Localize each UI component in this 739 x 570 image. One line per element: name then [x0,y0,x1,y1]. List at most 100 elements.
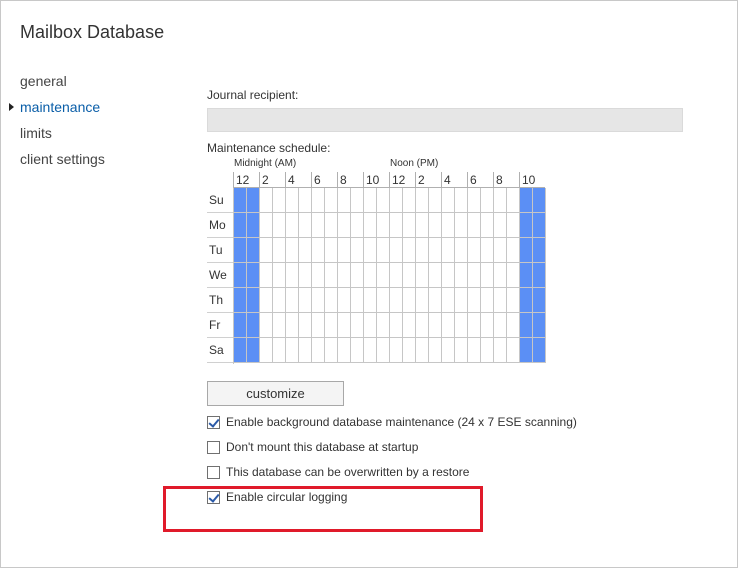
schedule-slot[interactable] [377,188,390,213]
schedule-slot[interactable] [312,263,325,288]
schedule-slot[interactable] [234,263,247,288]
schedule-slot[interactable] [351,238,364,263]
schedule-slot[interactable] [429,188,442,213]
schedule-slot[interactable] [286,213,299,238]
schedule-slot[interactable] [299,338,312,363]
nav-item-client-settings[interactable]: client settings [20,150,105,176]
schedule-slot[interactable] [234,188,247,213]
schedule-slot[interactable] [429,263,442,288]
schedule-slot[interactable] [390,313,403,338]
schedule-slot[interactable] [377,288,390,313]
schedule-slot[interactable] [377,213,390,238]
schedule-slot[interactable] [403,288,416,313]
schedule-slot[interactable] [312,238,325,263]
schedule-slot[interactable] [286,188,299,213]
schedule-slot[interactable] [442,313,455,338]
schedule-slot[interactable] [351,338,364,363]
schedule-slot[interactable] [455,288,468,313]
customize-button[interactable]: customize [207,381,344,406]
schedule-slot[interactable] [338,288,351,313]
nav-item-maintenance[interactable]: maintenance [9,98,105,124]
schedule-slot[interactable] [299,263,312,288]
schedule-slot[interactable] [416,213,429,238]
schedule-slot[interactable] [247,213,260,238]
schedule-slot[interactable] [351,288,364,313]
schedule-slot[interactable] [273,338,286,363]
schedule-slot[interactable] [533,238,546,263]
schedule-slot[interactable] [403,338,416,363]
schedule-slot[interactable] [377,263,390,288]
schedule-slot[interactable] [416,238,429,263]
schedule-slot[interactable] [351,213,364,238]
schedule-slot[interactable] [481,313,494,338]
schedule-slot[interactable] [260,338,273,363]
schedule-slot[interactable] [338,238,351,263]
schedule-slot[interactable] [260,263,273,288]
schedule-slot[interactable] [533,263,546,288]
schedule-slot[interactable] [364,338,377,363]
schedule-slot[interactable] [234,288,247,313]
schedule-slot[interactable] [429,288,442,313]
schedule-slot[interactable] [429,313,442,338]
schedule-slot[interactable] [468,213,481,238]
schedule-slot[interactable] [338,188,351,213]
schedule-slot[interactable] [247,238,260,263]
schedule-slot[interactable] [520,238,533,263]
schedule-slot[interactable] [299,188,312,213]
schedule-slot[interactable] [234,238,247,263]
schedule-slot[interactable] [325,263,338,288]
schedule-slot[interactable] [468,288,481,313]
schedule-slot[interactable] [247,313,260,338]
schedule-slot[interactable] [533,288,546,313]
schedule-slot[interactable] [286,263,299,288]
schedule-slot[interactable] [325,188,338,213]
schedule-slot[interactable] [416,338,429,363]
schedule-slot[interactable] [390,238,403,263]
schedule-slot[interactable] [325,313,338,338]
schedule-slot[interactable] [273,213,286,238]
schedule-slot[interactable] [351,313,364,338]
schedule-slot[interactable] [273,238,286,263]
schedule-slot[interactable] [273,188,286,213]
schedule-slot[interactable] [507,263,520,288]
schedule-slot[interactable] [442,263,455,288]
option-overwrite-restore[interactable]: This database can be overwritten by a re… [207,464,469,480]
schedule-slot[interactable] [338,213,351,238]
schedule-slot[interactable] [468,188,481,213]
schedule-slot[interactable] [234,313,247,338]
schedule-slot[interactable] [442,288,455,313]
schedule-slot[interactable] [390,188,403,213]
schedule-slot[interactable] [507,188,520,213]
schedule-slot[interactable] [533,188,546,213]
schedule-slot[interactable] [325,213,338,238]
schedule-slot[interactable] [507,313,520,338]
schedule-slot[interactable] [403,188,416,213]
schedule-slot[interactable] [468,263,481,288]
schedule-slot[interactable] [494,213,507,238]
schedule-slot[interactable] [260,238,273,263]
schedule-slot[interactable] [260,313,273,338]
schedule-slot[interactable] [377,238,390,263]
schedule-slot[interactable] [455,313,468,338]
schedule-slot[interactable] [312,313,325,338]
schedule-slot[interactable] [273,263,286,288]
schedule-slot[interactable] [520,263,533,288]
schedule-slot[interactable] [507,338,520,363]
schedule-slot[interactable] [299,313,312,338]
checkbox[interactable] [207,465,220,479]
nav-item-general[interactable]: general [20,72,105,98]
schedule-slot[interactable] [533,213,546,238]
schedule-slot[interactable] [351,263,364,288]
schedule-slot[interactable] [390,263,403,288]
schedule-slot[interactable] [494,238,507,263]
schedule-slot[interactable] [364,288,377,313]
schedule-slot[interactable] [377,338,390,363]
schedule-slot[interactable] [481,338,494,363]
schedule-slot[interactable] [455,188,468,213]
schedule-slot[interactable] [481,238,494,263]
schedule-slot[interactable] [429,238,442,263]
schedule-slot[interactable] [533,313,546,338]
schedule-slot[interactable] [520,313,533,338]
schedule-slot[interactable] [286,313,299,338]
schedule-slot[interactable] [286,338,299,363]
